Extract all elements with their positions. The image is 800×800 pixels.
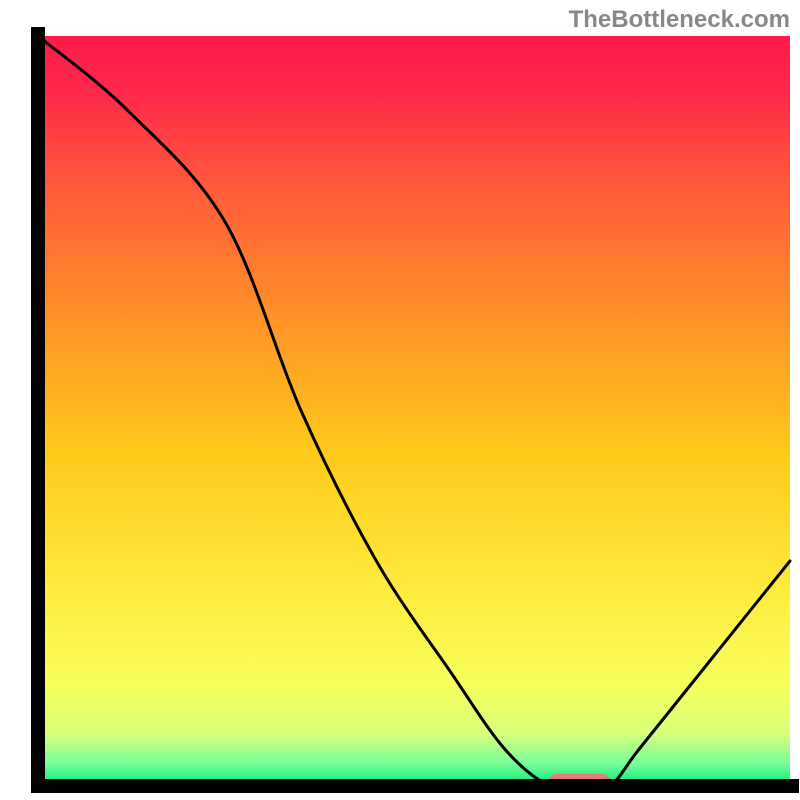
chart-container: TheBottleneck.com [0,0,800,800]
watermark-text: TheBottleneck.com [569,6,790,34]
bottleneck-chart [0,0,800,800]
plot-background [38,36,790,786]
